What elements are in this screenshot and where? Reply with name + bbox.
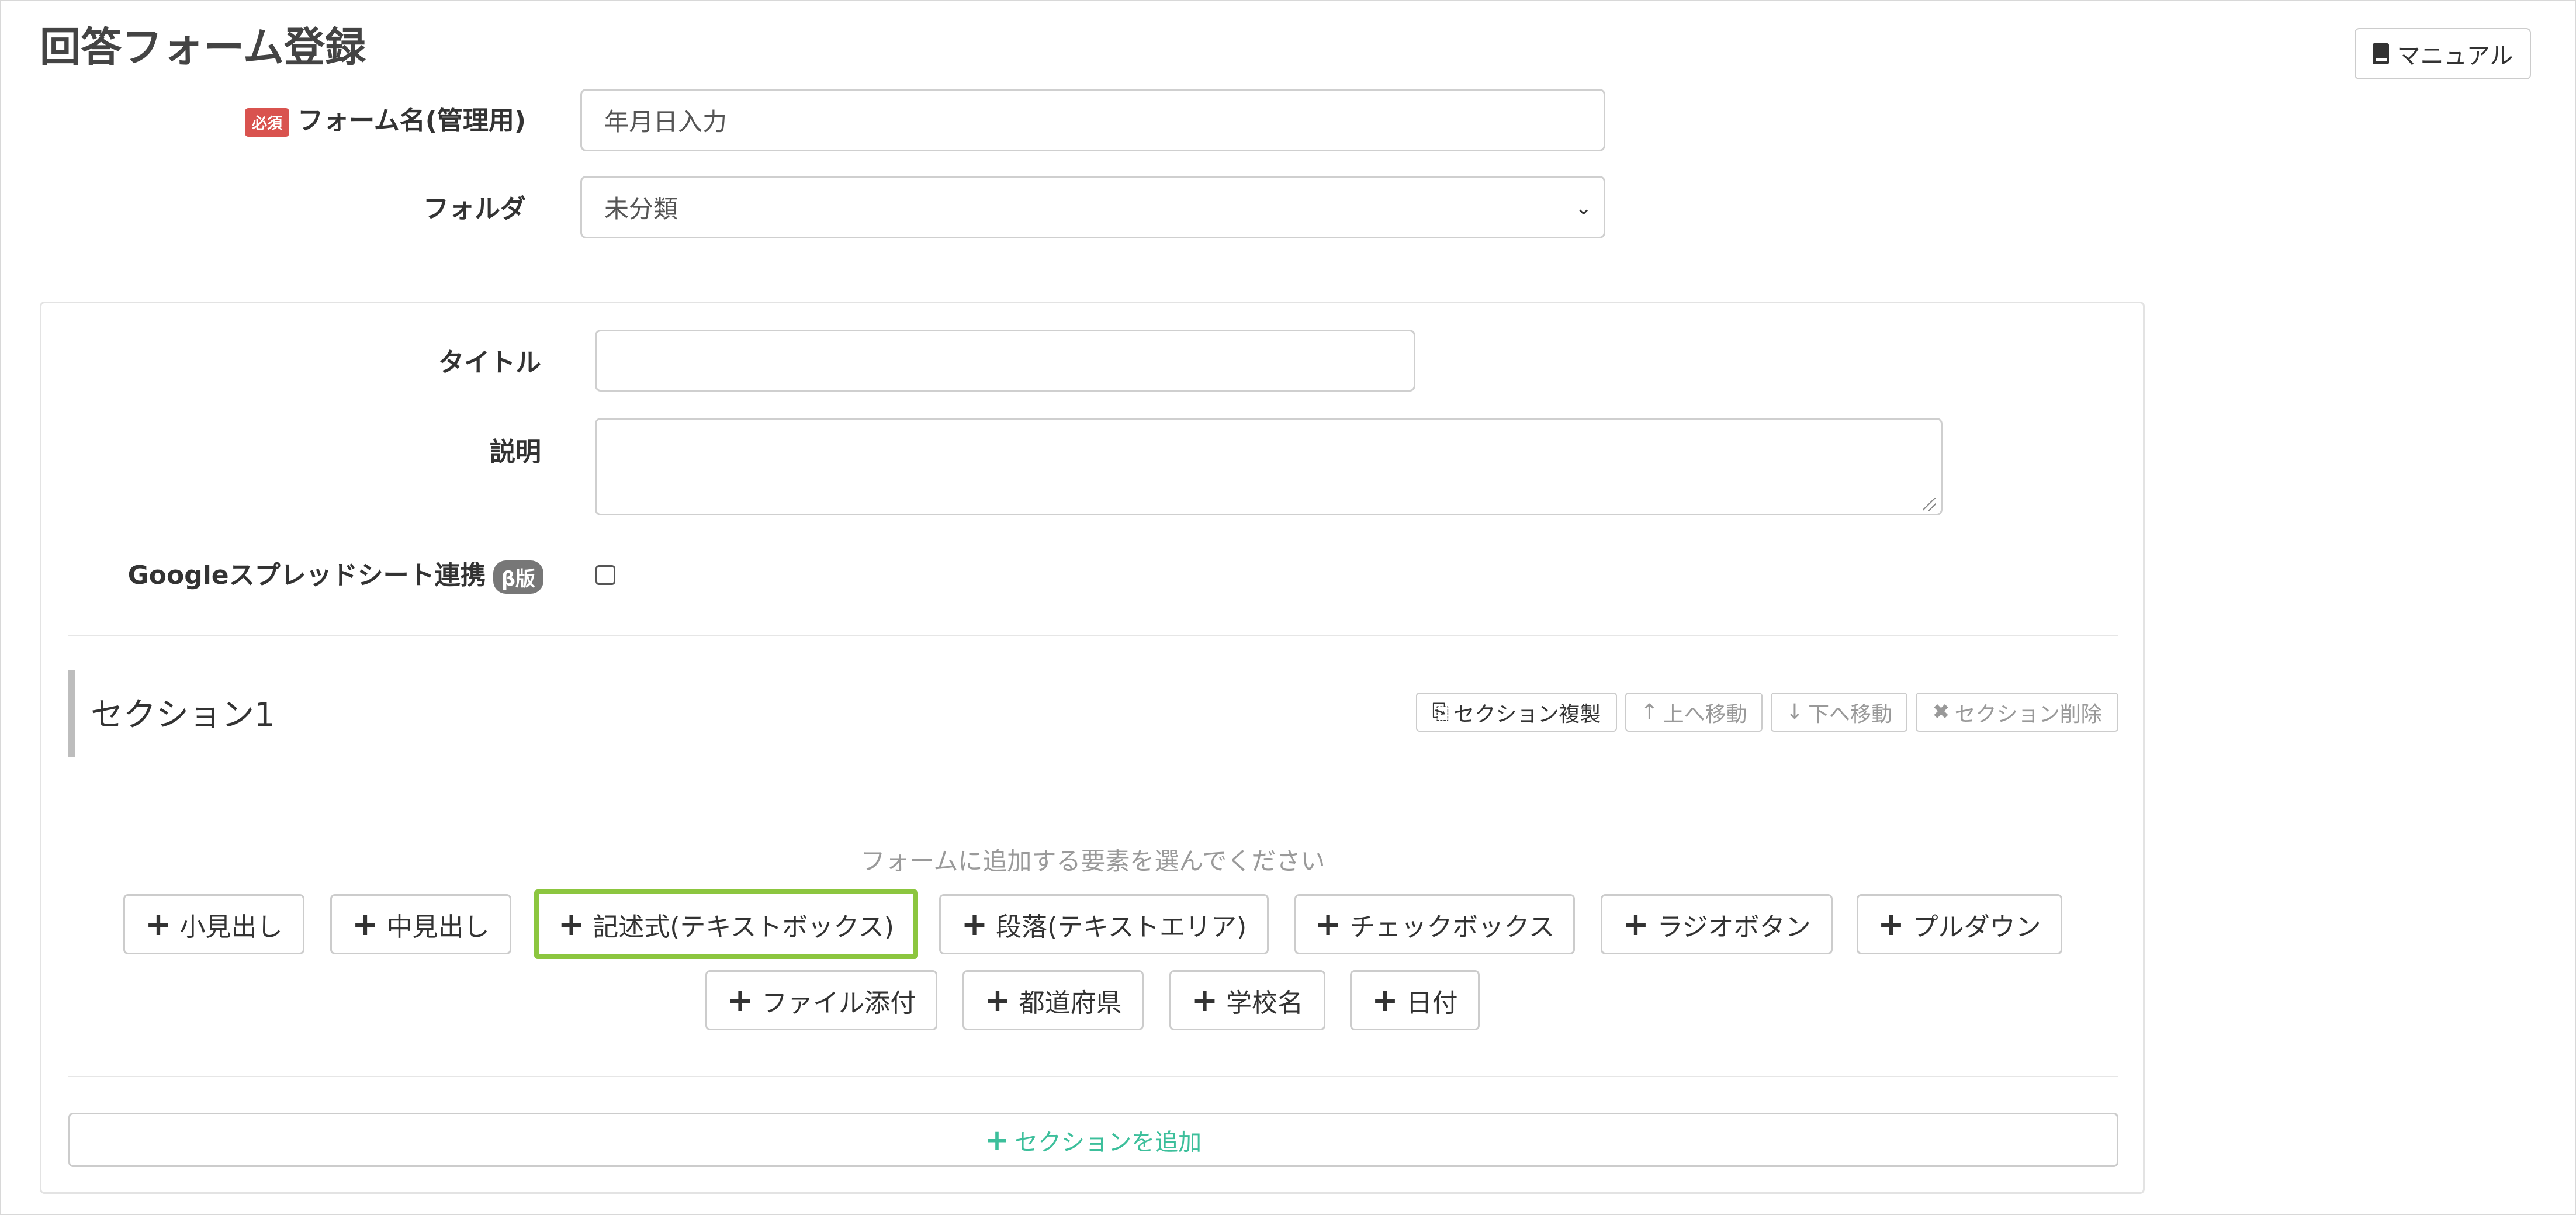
form-name-label: フォーム名(管理用) xyxy=(297,106,526,136)
duplicate-section-label: セクション複製 xyxy=(1453,702,1601,726)
move-up-button[interactable]: ↑ 上へ移動 xyxy=(1625,693,1763,732)
title-label: タイトル xyxy=(438,348,541,378)
folder-select[interactable]: 未分類 ⌄ xyxy=(580,176,1605,238)
arrow-down-icon: ↓ xyxy=(1785,700,1804,724)
plus-icon: + xyxy=(1372,981,1398,1019)
duplicate-section-button[interactable]: ⎘ セクション複製 xyxy=(1416,693,1617,732)
plus-icon: + xyxy=(1878,905,1905,943)
plus-icon: + xyxy=(145,905,172,943)
description-label: 説明 xyxy=(490,437,541,467)
beta-badge: β版 xyxy=(493,560,543,594)
book-icon xyxy=(2372,43,2389,64)
folder-select-value: 未分類 xyxy=(604,195,678,223)
sheets-checkbox[interactable] xyxy=(595,565,615,585)
element-label: チェックボックス xyxy=(1349,912,1554,942)
element-label: 中見出し xyxy=(386,912,490,942)
move-down-label: 下へ移動 xyxy=(1808,702,1893,726)
plus-icon: + xyxy=(558,905,585,943)
element-label: 段落(テキストエリア) xyxy=(996,912,1247,942)
delete-section-label: セクション削除 xyxy=(1954,702,2102,726)
description-textarea[interactable] xyxy=(595,418,1943,515)
element-label: 記述式(テキストボックス) xyxy=(593,912,894,942)
manual-button[interactable]: マニュアル xyxy=(2355,28,2531,79)
element-label: 都道府県 xyxy=(1019,988,1122,1018)
add-element-hint: フォームに追加する要素を選んでください xyxy=(860,847,1325,875)
add-checkbox-button[interactable]: + チェックボックス xyxy=(1294,894,1575,954)
add-medium-heading-button[interactable]: + 中見出し xyxy=(330,894,511,954)
element-label: 学校名 xyxy=(1226,988,1304,1018)
add-textarea-button[interactable]: + 段落(テキストエリア) xyxy=(939,894,1269,954)
page-title: 回答フォーム登録 xyxy=(40,23,366,71)
add-small-heading-button[interactable]: + 小見出し xyxy=(123,894,304,954)
element-label: ラジオボタン xyxy=(1657,912,1811,942)
sheets-label: Googleスプレッドシート連携 xyxy=(127,560,486,590)
form-name-input[interactable]: 年月日入力 xyxy=(580,89,1605,151)
plus-icon: + xyxy=(1622,905,1649,943)
element-label: 小見出し xyxy=(179,912,283,942)
add-file-attachment-button[interactable]: + ファイル添付 xyxy=(705,970,937,1030)
copy-icon: ⎘ xyxy=(1432,700,1449,724)
section-accent-bar xyxy=(68,670,75,757)
title-input[interactable] xyxy=(595,330,1415,392)
divider xyxy=(68,635,2118,636)
plus-icon: + xyxy=(984,981,1011,1019)
element-label: ファイル添付 xyxy=(761,988,916,1018)
add-textbox-button[interactable]: + 記述式(テキストボックス) xyxy=(534,889,918,959)
plus-icon: + xyxy=(1315,905,1342,943)
move-down-button[interactable]: ↓ 下へ移動 xyxy=(1771,693,1907,732)
section-title: セクション1 xyxy=(91,696,275,734)
add-date-button[interactable]: + 日付 xyxy=(1350,970,1480,1030)
move-up-label: 上へ移動 xyxy=(1663,702,1747,726)
add-section-button[interactable]: + セクションを追加 xyxy=(68,1113,2118,1167)
resize-grip-icon[interactable] xyxy=(1923,498,1936,511)
divider xyxy=(68,1076,2118,1077)
add-radio-button[interactable]: + ラジオボタン xyxy=(1601,894,1833,954)
required-badge: 必須 xyxy=(245,108,290,137)
plus-icon: + xyxy=(726,981,754,1019)
add-section-label: セクションを追加 xyxy=(1015,1129,1202,1156)
add-dropdown-button[interactable]: + プルダウン xyxy=(1857,894,2062,954)
sheets-label-row: Googleスプレッドシート連携 β版 xyxy=(70,554,543,594)
plus-icon: + xyxy=(352,905,379,943)
add-prefecture-button[interactable]: + 都道府県 xyxy=(962,970,1144,1030)
element-label: 日付 xyxy=(1406,988,1458,1018)
folder-label: フォルダ xyxy=(423,194,526,224)
form-name-label-row: 必須 フォーム名(管理用) xyxy=(234,99,526,137)
delete-section-button[interactable]: ✖ セクション削除 xyxy=(1916,693,2118,732)
chevron-down-icon: ⌄ xyxy=(1575,196,1592,220)
plus-icon: + xyxy=(1191,981,1218,1019)
close-icon: ✖ xyxy=(1932,700,1950,724)
plus-icon: + xyxy=(985,1123,1009,1157)
arrow-up-icon: ↑ xyxy=(1640,700,1659,724)
add-school-name-button[interactable]: + 学校名 xyxy=(1169,970,1325,1030)
element-label: プルダウン xyxy=(1912,912,2041,942)
manual-button-label: マニュアル xyxy=(2397,43,2513,70)
plus-icon: + xyxy=(961,905,988,943)
